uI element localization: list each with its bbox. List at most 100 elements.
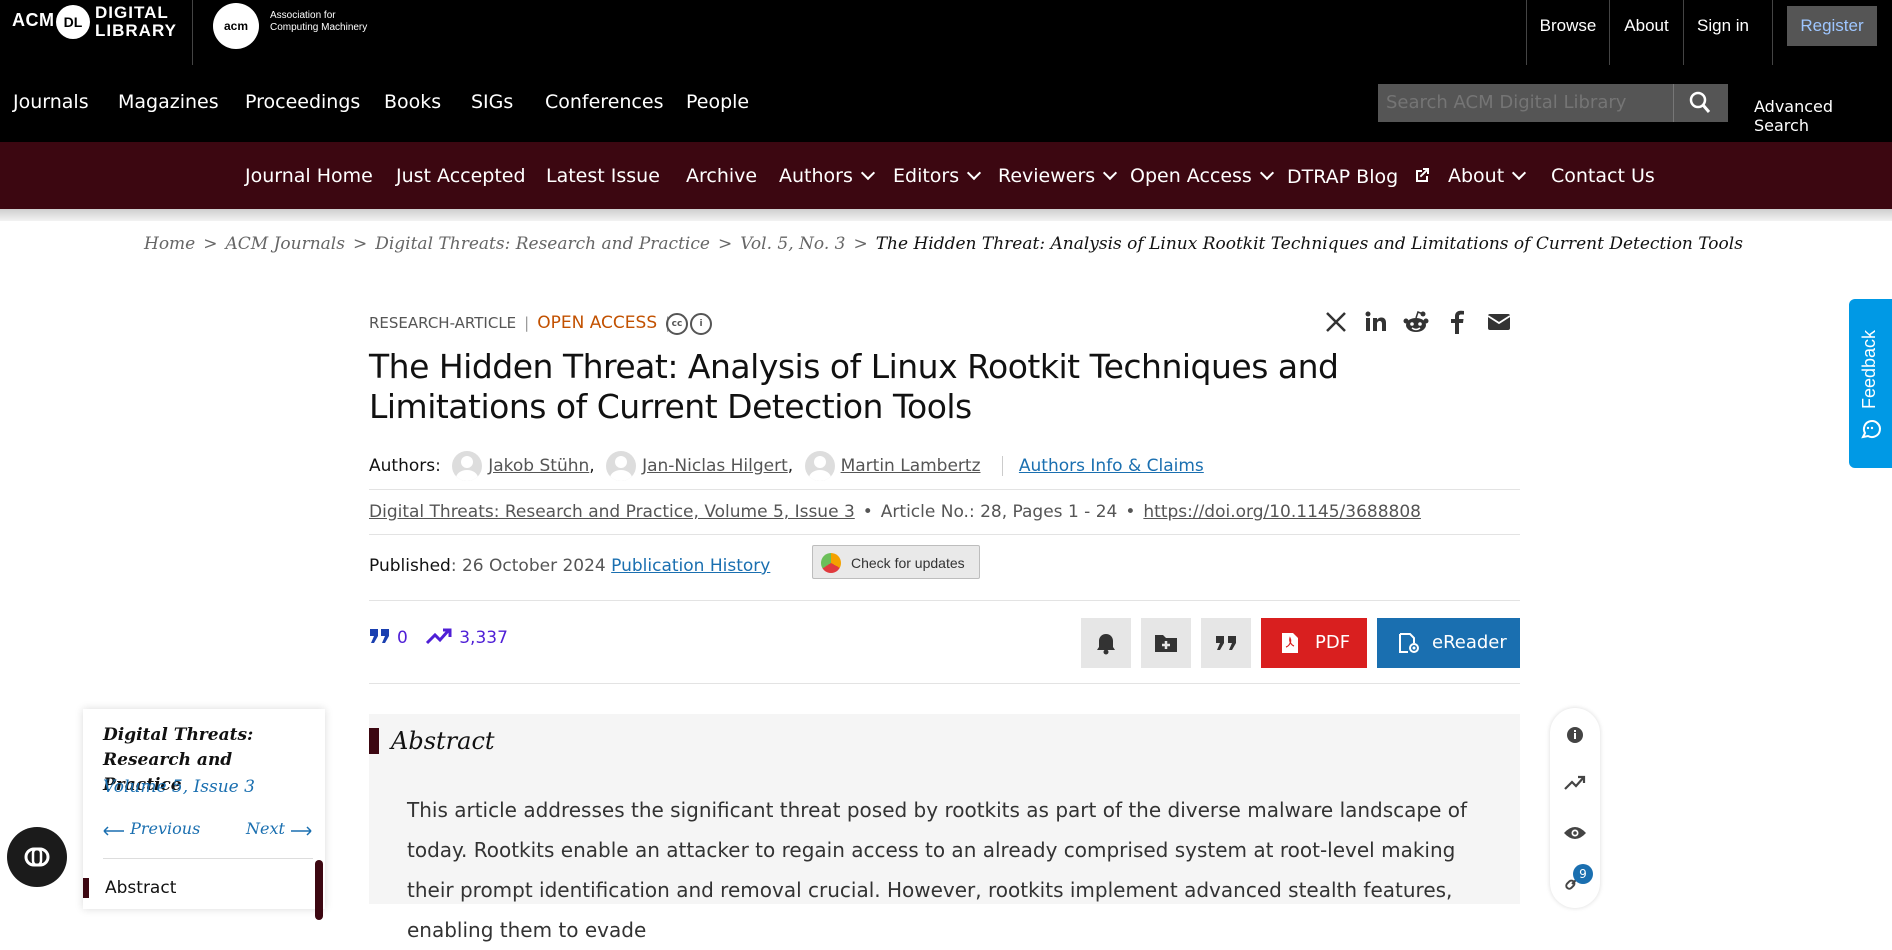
acm-association-logo-icon[interactable]: acm [213,3,259,49]
previous-article-link[interactable]: Previous [103,819,200,838]
nav-people[interactable]: People [686,91,749,113]
divider [369,489,1520,490]
search-icon [1689,91,1711,113]
divider: | [524,314,530,332]
about-link[interactable]: About [1610,0,1683,65]
nav-sigs[interactable]: SIGs [471,91,513,113]
divider [103,858,313,859]
nav-proceedings[interactable]: Proceedings [245,91,360,113]
divider [369,600,1520,601]
association-logo-text[interactable]: Association for Computing Machinery [270,10,367,34]
linkedin-share-icon[interactable] [1362,308,1390,336]
breadcrumb-acm-journals[interactable]: ACM Journals [226,234,345,254]
authors-list: Authors: Jakob Stühn, Jan-Niclas Hilgert… [369,451,1204,481]
journal-issue-link[interactable]: Digital Threats: Research and Practice, … [369,502,855,522]
issue-link[interactable]: Volume 5, Issue 3 [103,777,255,797]
add-to-binder-button[interactable] [1141,618,1191,668]
alert-button[interactable] [1081,618,1131,668]
sign-in-link[interactable]: Sign in [1684,0,1762,65]
jnav-just-accepted[interactable]: Just Accepted [396,165,526,187]
authors-info-link[interactable]: Authors Info & Claims [1001,456,1204,476]
article-number: Article No.: 28, Pages 1 - 24 [880,502,1118,522]
quote-icon [1216,636,1236,650]
chat-widget-button[interactable] [7,827,67,887]
check-for-updates-button[interactable]: Check for updates [812,545,980,579]
next-article-link[interactable]: Next [246,819,312,838]
divider [1772,0,1773,65]
article-type: RESEARCH-ARTICLE [369,314,517,332]
nav-books[interactable]: Books [384,91,441,113]
comma: , [787,456,794,476]
logo-divider [192,0,193,65]
download-count: 3,337 [459,628,508,648]
info-icon[interactable] [1562,722,1588,748]
top-bar: ACM DL DIGITAL LIBRARY acm Association fo… [0,0,1892,65]
pdf-label: PDF [1315,632,1351,653]
email-share-icon[interactable] [1485,308,1513,336]
breadcrumb-separator: > [203,234,218,254]
eye-icon[interactable] [1562,820,1588,846]
advanced-search-link[interactable]: Advanced Search [1754,97,1892,135]
jnav-dtrap-blog[interactable]: DTRAP Blog [1287,165,1432,188]
divider [369,534,1520,535]
doi-link[interactable]: https://doi.org/10.1145/3688808 [1143,502,1421,522]
jnav-latest-issue[interactable]: Latest Issue [546,165,660,187]
author-link[interactable]: Jakob Stühn [488,456,589,476]
avatar [804,451,835,481]
open-access-label[interactable]: OPEN ACCESS [537,313,657,333]
citation-count: 0 [397,628,408,648]
published-line: Published: 26 October 2024 Publication H… [369,556,770,576]
digital-library-logo-text[interactable]: DIGITAL LIBRARY [95,4,177,40]
breadcrumb-separator: > [352,234,368,254]
publication-history-link[interactable]: Publication History [611,556,770,576]
chevron-down-icon [1259,165,1274,181]
external-link-icon [1416,168,1430,182]
jnav-authors[interactable]: Authors [779,165,875,187]
reddit-share-icon[interactable] [1402,308,1430,336]
feedback-label: Feedback [1859,329,1879,409]
creative-commons-icon: cc [666,313,688,335]
x-twitter-share-icon[interactable] [1322,308,1350,336]
arrow-right-icon [291,826,312,836]
bullet: • [1125,502,1136,522]
facebook-share-icon[interactable] [1443,308,1471,336]
feedback-tab[interactable]: Feedback [1849,299,1892,468]
license-icons[interactable]: cc i [666,311,714,335]
jnav-about[interactable]: About [1448,165,1527,187]
nav-conferences[interactable]: Conferences [545,91,663,113]
jnav-archive[interactable]: Archive [686,165,757,187]
colon: : [435,456,441,476]
metrics-trend-icon[interactable] [1562,770,1588,796]
ereader-icon [1399,633,1419,653]
jnav-contact-us[interactable]: Contact Us [1551,165,1655,187]
search-input[interactable] [1378,84,1673,122]
divider [369,683,1520,684]
jnav-open-access[interactable]: Open Access [1130,165,1274,187]
breadcrumb-journal[interactable]: Digital Threats: Research and Practice [375,234,710,254]
jnav-editors[interactable]: Editors [893,165,982,187]
avatar [606,451,637,481]
nav-shadow [0,209,1892,221]
nav-journals[interactable]: Journals [13,91,89,113]
breadcrumb-home[interactable]: Home [144,234,195,254]
browse-link[interactable]: Browse [1527,0,1609,65]
trending-up-icon [426,628,452,645]
author-link[interactable]: Jan-Niclas Hilgert [642,456,788,476]
article-metrics[interactable]: 0 3,337 [369,627,520,648]
acm-logo-text[interactable]: ACM [12,10,55,31]
toc-scrollbar[interactable] [315,860,323,920]
ereader-button[interactable]: eReader [1377,618,1520,668]
dl-logo-icon[interactable]: DL [56,5,90,39]
register-button[interactable]: Register [1787,6,1877,46]
author-link[interactable]: Martin Lambertz [841,456,981,476]
toc-item-abstract[interactable]: Abstract [83,878,176,898]
cite-button[interactable] [1201,618,1251,668]
nav-magazines[interactable]: Magazines [118,91,219,113]
chevron-down-icon [967,165,982,181]
breadcrumb-issue[interactable]: Vol. 5, No. 3 [740,234,845,254]
search-button[interactable] [1673,84,1728,122]
chevron-down-icon [1512,165,1527,181]
jnav-reviewers[interactable]: Reviewers [998,165,1118,187]
pdf-button[interactable]: PDF [1261,618,1367,668]
jnav-journal-home[interactable]: Journal Home [245,165,373,187]
